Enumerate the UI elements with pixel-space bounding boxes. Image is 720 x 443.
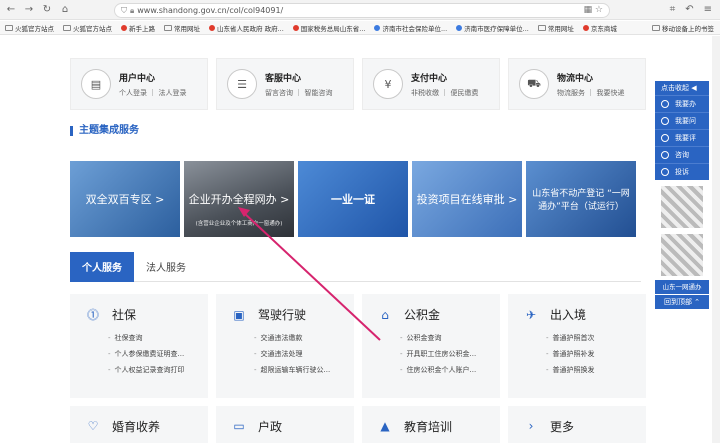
annotation-line (242, 211, 381, 341)
annotation-arrow (238, 207, 381, 341)
